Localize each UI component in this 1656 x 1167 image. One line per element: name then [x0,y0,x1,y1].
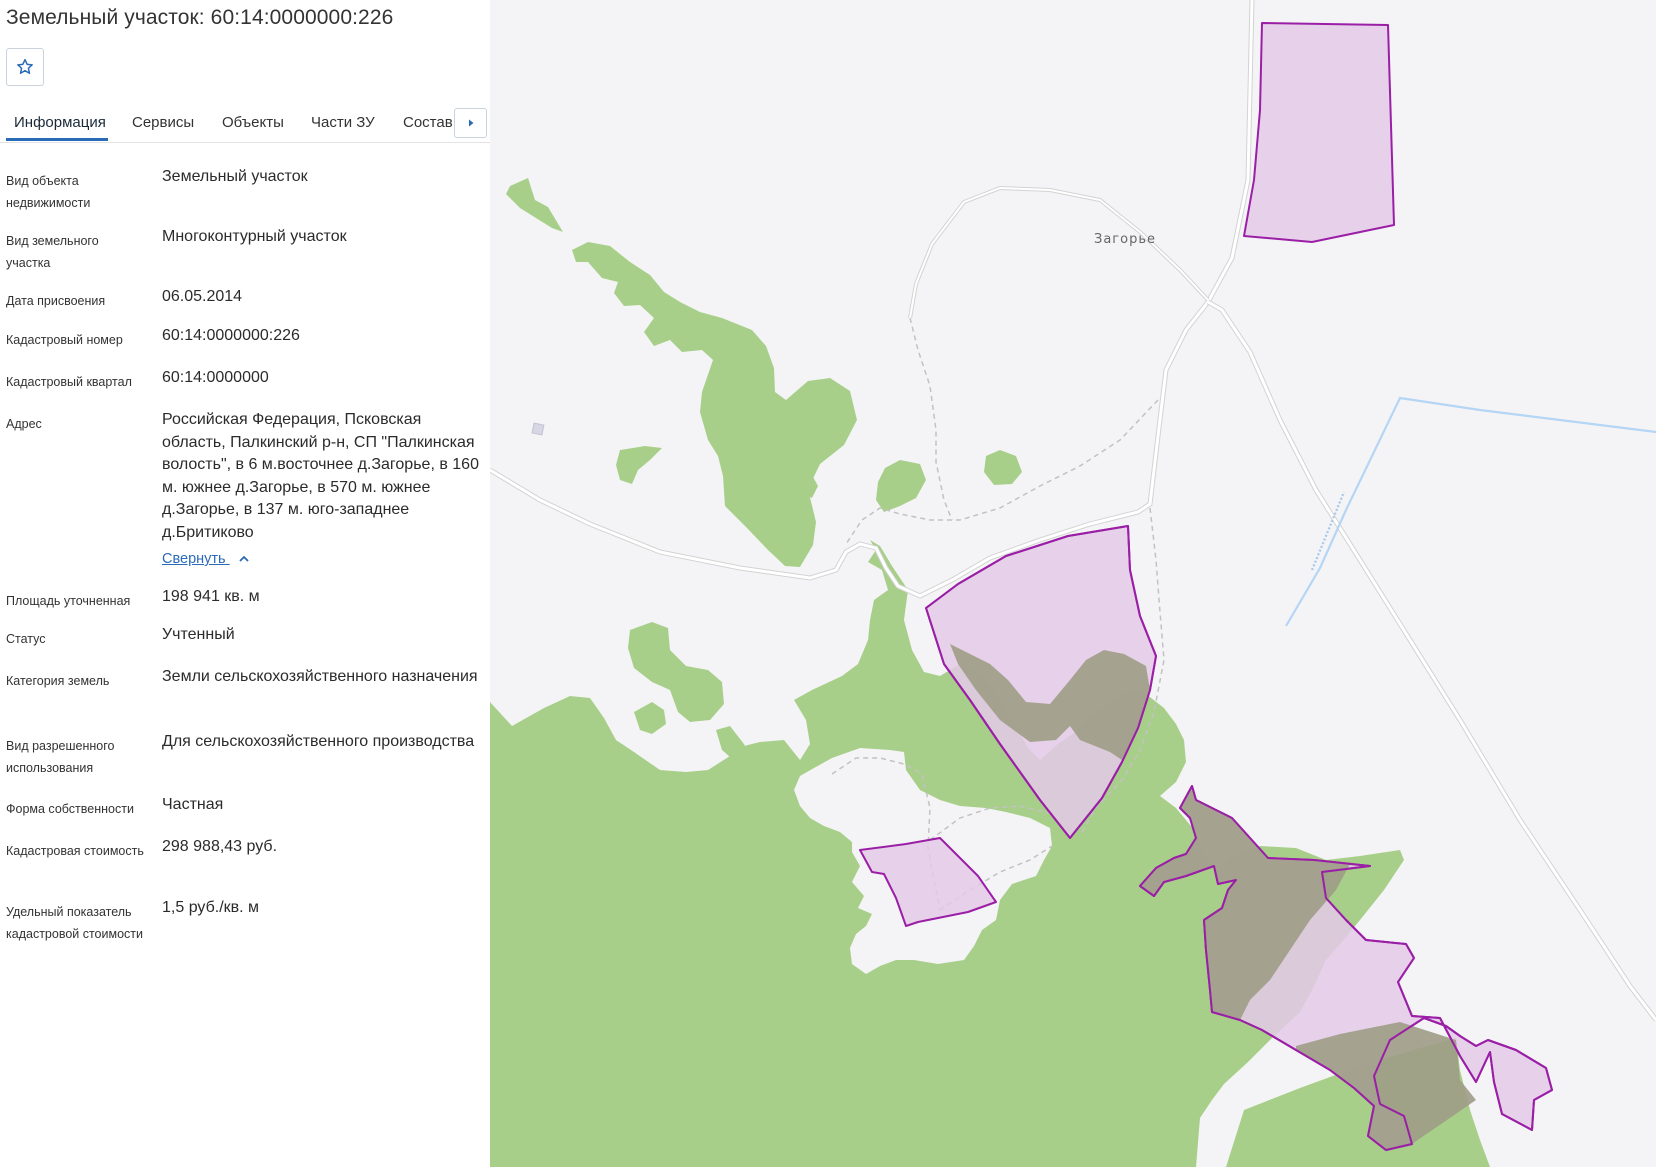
field-label: Кадастровый номер [6,333,123,347]
field-value: Для сельскохозяйственного производства [162,733,475,750]
map-canvas[interactable]: Загорье [490,0,1656,1167]
canal [1285,396,1656,627]
tab-objects[interactable]: Объекты [222,114,284,131]
chevron-right-icon [468,119,473,127]
field-value: Частная [162,796,224,813]
tab-parts[interactable]: Части ЗУ [311,114,375,131]
tab-composition[interactable]: Состав [403,114,453,131]
field-value: 298 988,43 руб. [162,838,278,855]
tabs-scroll-right-button[interactable] [454,108,487,138]
forest-patch [876,460,926,512]
field-value: 198 941 кв. м [162,588,260,605]
road [490,0,1254,598]
field-value: 60:14:0000000 [162,369,269,386]
field-label: Статус [6,632,46,646]
field-value: Учтенный [162,626,235,643]
forest-patch [616,446,662,484]
road [490,0,1255,599]
star-icon [17,58,33,74]
water-features [1285,396,1656,627]
parcel-contour-north [1243,22,1395,243]
place-label-zagorye: Загорье [1094,232,1156,247]
page-title: Земельный участок: 60:14:0000000:226 [6,6,394,29]
chevron-up-icon [238,555,249,562]
field-value: 1,5 руб./кв. м [162,899,260,916]
collapse-address-link[interactable]: Свернуть [162,551,250,567]
road [909,186,1209,319]
field-label: Дата присвоения [6,294,106,308]
forest-patch [628,622,724,722]
field-label: Вид земельного участка [6,234,99,270]
field-label: Категория земель [6,674,110,688]
field-value: Земельный участок [162,168,308,185]
forest-patch [984,450,1022,485]
field-label: Площадь уточненная [6,594,131,608]
collapse-label: Свернуть [162,551,226,567]
field-value: 06.05.2014 [162,288,243,305]
field-value: Российская Федерация, Псковская область,… [162,411,479,541]
field-value: 60:14:0000000:226 [162,327,300,344]
favorite-button[interactable] [6,48,44,86]
field-label: Кадастровый квартал [6,375,132,389]
field-value: Многоконтурный участок [162,228,347,245]
field-label: Адрес [6,417,42,431]
field-label: Вид разрешенного использования [6,739,115,775]
tab-information[interactable]: Информация [14,114,106,131]
building-marker [531,422,545,436]
active-tab-indicator [6,138,108,141]
tab-bar: Информация Сервисы Объекты Части ЗУ Сост… [0,104,490,143]
forest-patch [572,242,857,567]
tab-services[interactable]: Сервисы [132,114,194,131]
forest-patch [506,178,563,232]
field-label: Вид объекта недвижимости [6,174,91,210]
field-label: Кадастровая стоимость [6,844,144,858]
field-label: Форма собственности [6,802,134,816]
forest-patch [634,702,666,734]
field-value: Земли сельскохозяйственного назначения [162,668,478,685]
field-label: Удельный показатель кадастровой стоимост… [6,905,143,941]
info-panel: Земельный участок: 60:14:0000000:226 Инф… [0,0,490,1167]
map-layer [490,0,1656,1167]
